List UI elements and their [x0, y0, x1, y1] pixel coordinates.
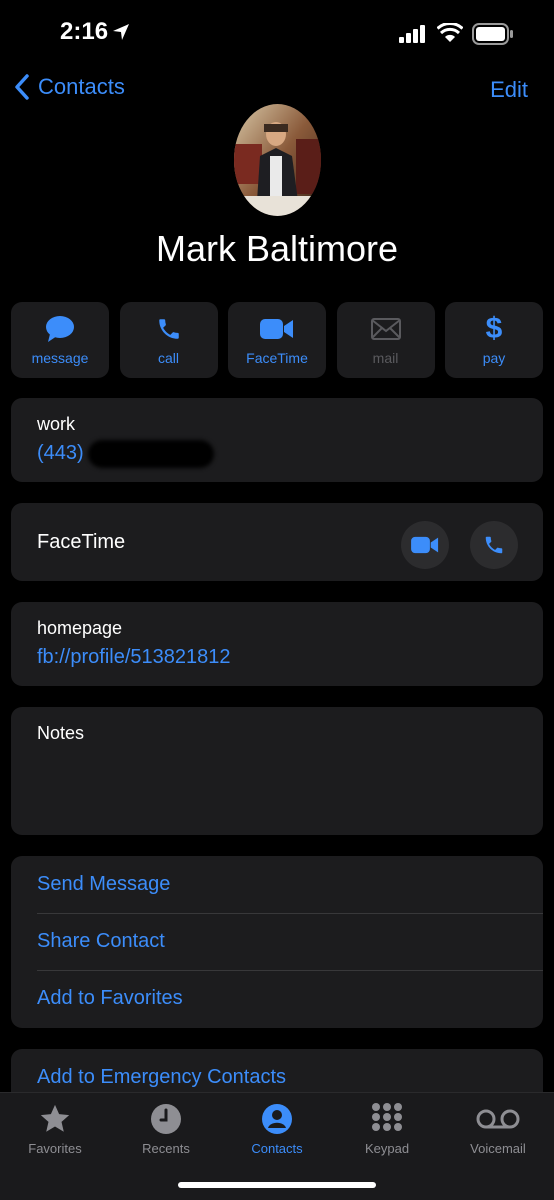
cellular-signal-icon	[399, 25, 425, 43]
send-message-option[interactable]: Send Message	[37, 873, 170, 896]
wifi-icon	[437, 23, 463, 42]
facetime-action-label: FaceTime	[246, 350, 308, 366]
tab-recents-label: Recents	[142, 1141, 190, 1156]
pay-action-label: pay	[482, 350, 506, 366]
share-contact-option[interactable]: Share Contact	[37, 930, 165, 953]
redaction-mark	[88, 440, 214, 468]
add-to-favorites-option[interactable]: Add to Favorites	[37, 987, 183, 1010]
call-action-button[interactable]: call	[119, 302, 218, 378]
message-action-button[interactable]: message	[11, 302, 109, 378]
status-bar: 2:16	[0, 0, 554, 68]
mail-action-label: mail	[372, 350, 399, 366]
facetime-action-button[interactable]: FaceTime	[228, 302, 326, 378]
star-icon	[40, 1104, 70, 1132]
quick-actions: message call FaceTime mail $ pay	[11, 302, 543, 378]
phone-label: work	[37, 414, 76, 434]
pay-action-button[interactable]: $ pay	[445, 302, 543, 378]
home-indicator[interactable]	[178, 1182, 376, 1188]
mail-action-button[interactable]: mail	[336, 302, 435, 378]
video-icon	[260, 319, 293, 339]
homepage-card[interactable]: homepage fb://profile/513821812	[11, 602, 543, 686]
tab-voicemail-label: Voicemail	[470, 1141, 526, 1156]
contact-options-list: Send Message Share Contact Add to Favori…	[11, 856, 543, 1028]
message-icon	[46, 316, 74, 342]
tab-voicemail[interactable]: Voicemail	[448, 1101, 548, 1156]
divider	[37, 970, 543, 971]
voicemail-icon	[476, 1109, 520, 1129]
call-action-label: call	[157, 350, 179, 366]
tab-keypad[interactable]: Keypad	[337, 1101, 437, 1156]
tab-favorites[interactable]: Favorites	[5, 1101, 105, 1156]
phone-number[interactable]: (443)	[37, 442, 84, 465]
phone-icon	[485, 536, 503, 554]
contact-photo	[234, 104, 321, 216]
video-icon	[411, 536, 439, 554]
status-time: 2:16	[60, 18, 109, 45]
facetime-card: FaceTime	[11, 503, 543, 581]
facetime-video-button[interactable]	[401, 521, 449, 569]
edit-button[interactable]: Edit	[490, 77, 528, 103]
homepage-link[interactable]: fb://profile/513821812	[37, 646, 231, 669]
dollar-icon: $	[485, 312, 503, 345]
tab-contacts-label: Contacts	[251, 1141, 303, 1156]
battery-icon	[472, 23, 513, 45]
add-to-emergency-option[interactable]: Add to Emergency Contacts	[37, 1066, 286, 1089]
back-to-contacts-button[interactable]: Contacts	[14, 74, 125, 100]
tab-keypad-label: Keypad	[364, 1141, 410, 1156]
message-action-label: message	[31, 350, 89, 366]
phone-icon	[158, 319, 179, 339]
tab-favorites-label: Favorites	[28, 1141, 82, 1156]
avatar[interactable]	[234, 104, 321, 216]
clock-icon	[151, 1104, 181, 1134]
person-icon	[262, 1104, 292, 1134]
back-label: Contacts	[38, 74, 125, 99]
homepage-label: homepage	[37, 618, 123, 638]
notes-card[interactable]: Notes	[11, 707, 543, 835]
tab-recents[interactable]: Recents	[116, 1101, 216, 1156]
tab-contacts[interactable]: Contacts	[227, 1101, 327, 1156]
phone-card[interactable]: work (443)	[11, 398, 543, 482]
mail-icon	[370, 318, 401, 340]
location-icon	[113, 24, 129, 40]
facetime-label: FaceTime	[37, 531, 126, 553]
keypad-icon	[372, 1103, 402, 1131]
facetime-audio-button[interactable]	[470, 521, 518, 569]
notes-label: Notes	[37, 723, 85, 743]
divider	[37, 913, 543, 914]
contact-name: Mark Baltimore	[155, 228, 399, 269]
chevron-left-icon	[15, 74, 29, 100]
